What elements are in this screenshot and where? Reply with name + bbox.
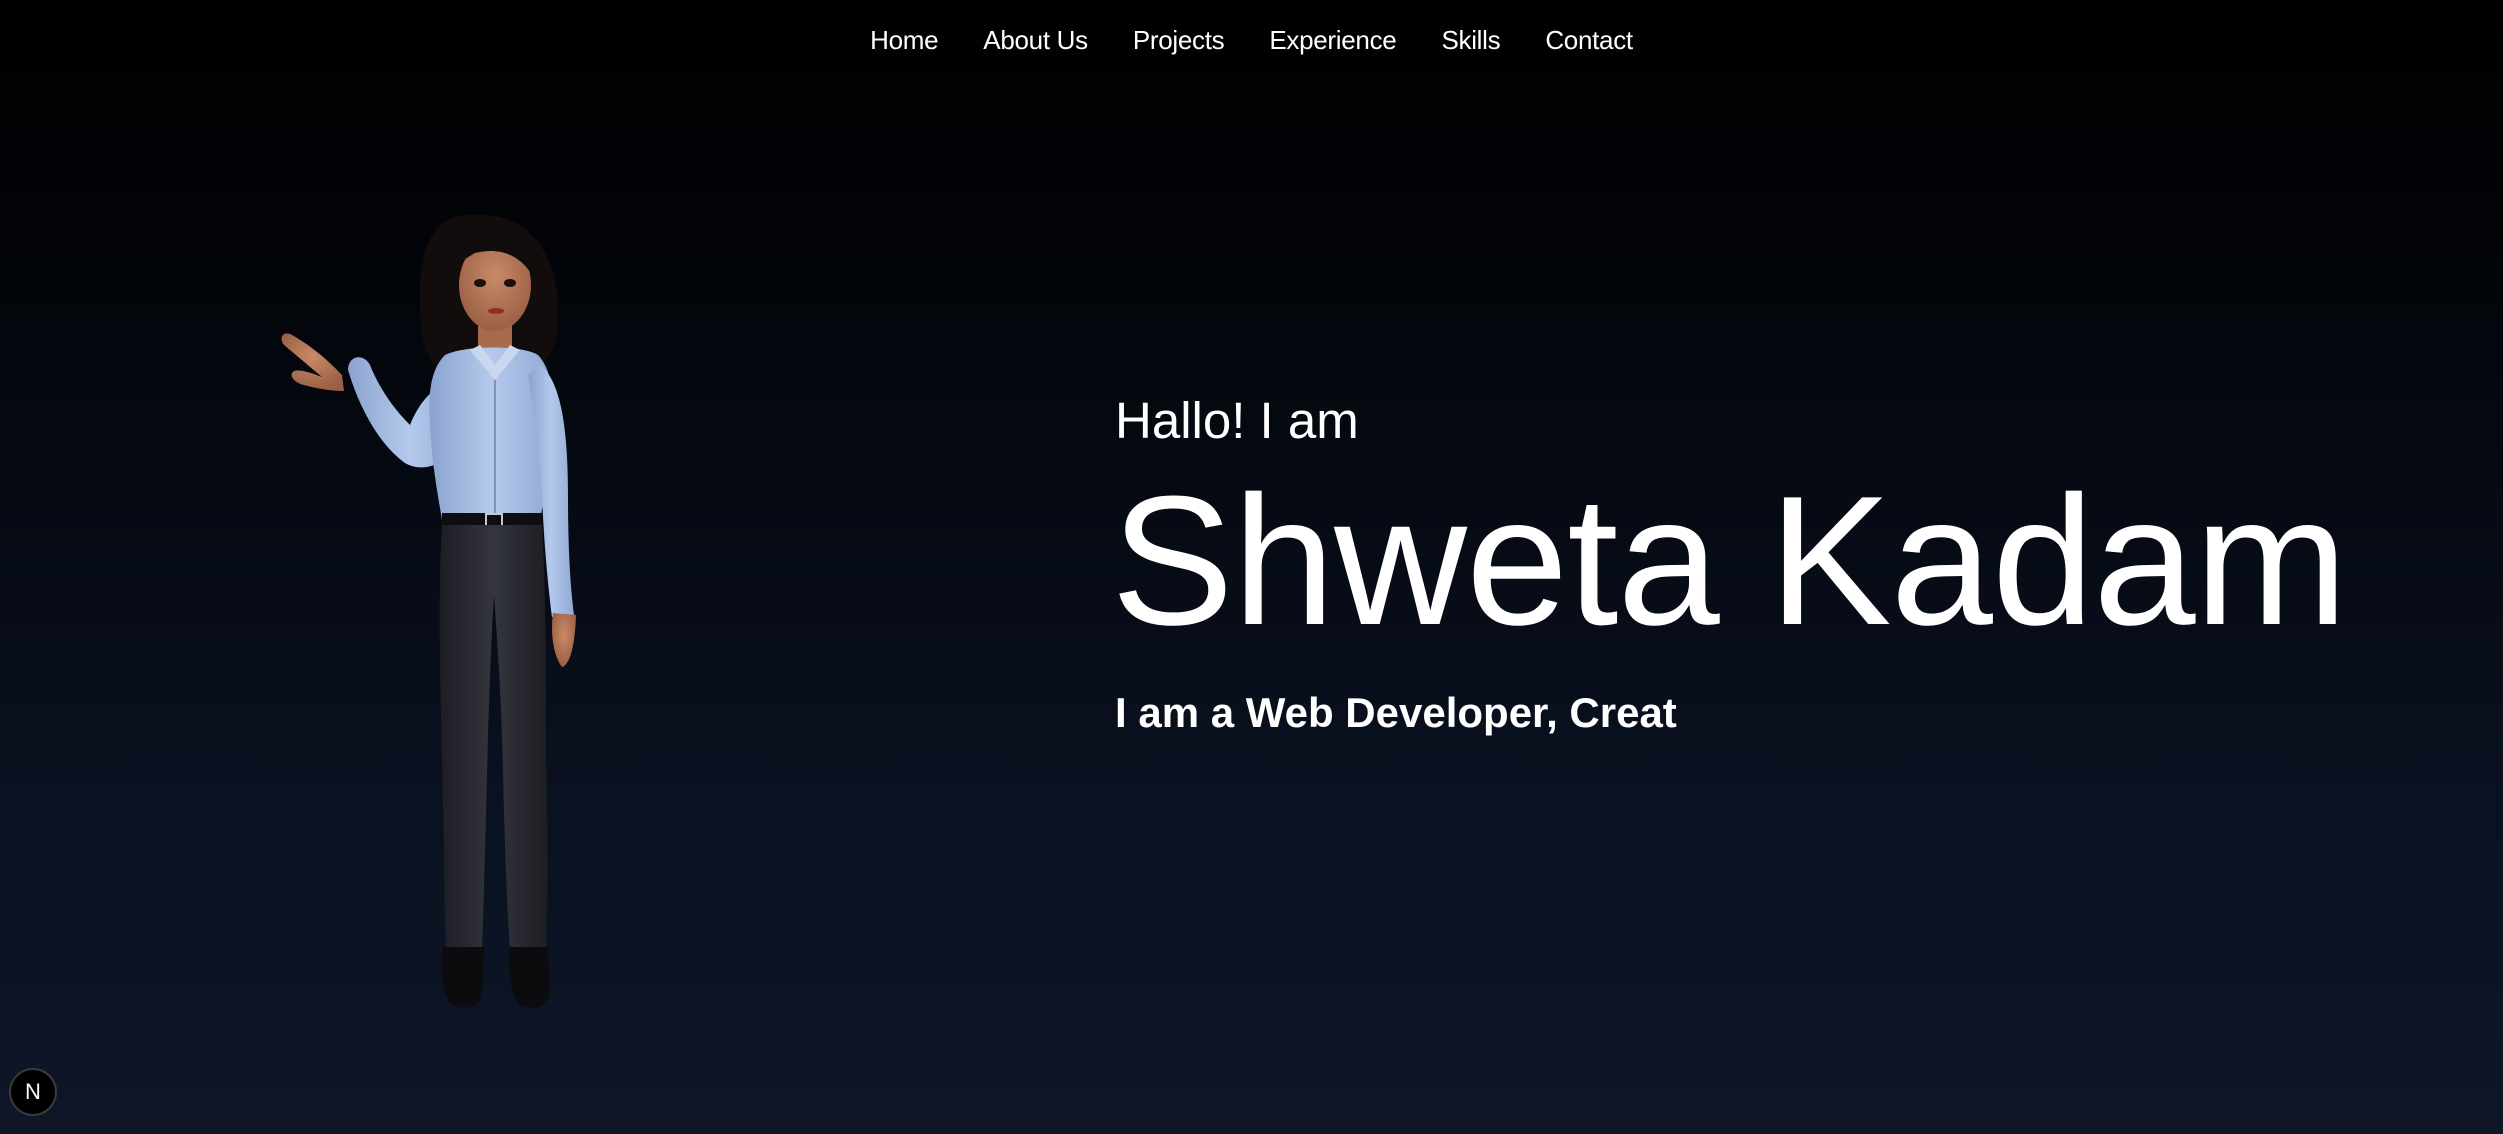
nav-projects-link[interactable]: Projects <box>1133 25 1225 56</box>
waving-woman-avatar-icon <box>281 214 576 1008</box>
hero-section: Hallo! I am Shweta Kadam I am a Web Deve… <box>1111 392 2348 736</box>
nav-home-link[interactable]: Home <box>870 25 938 56</box>
nav-contact-link[interactable]: Contact <box>1545 25 1633 56</box>
main-nav: Home About Us Projects Experience Skills… <box>0 0 2503 80</box>
nav-skills-link[interactable]: Skills <box>1441 25 1500 56</box>
nextjs-dev-indicator-icon[interactable]: N <box>9 1068 57 1116</box>
hero-greeting: Hallo! I am <box>1115 392 1359 449</box>
hero-tagline: I am a Web Developer, Creat <box>1115 689 1677 736</box>
avatar-3d-figure <box>270 195 650 1025</box>
hero-name: Shweta Kadam <box>1111 457 2348 663</box>
nextjs-badge-label: N <box>25 1079 41 1104</box>
nav-about-link[interactable]: About Us <box>983 25 1088 56</box>
nav-experience-link[interactable]: Experience <box>1269 25 1396 56</box>
